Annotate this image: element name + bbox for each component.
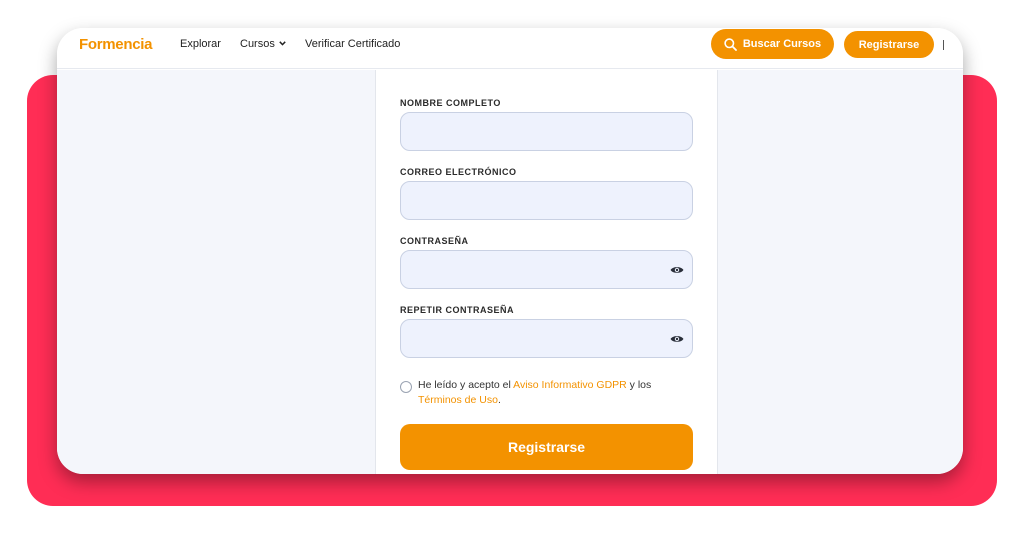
- chevron-down-icon: [279, 41, 286, 46]
- repeat-password-input[interactable]: [400, 319, 693, 358]
- terms-checkbox[interactable]: [400, 381, 412, 393]
- nav-link-cursos-label: Cursos: [240, 38, 275, 50]
- nav-link-explorar[interactable]: Explorar: [180, 38, 221, 50]
- repeat-password-label: REPETIR CONTRASEÑA: [400, 305, 515, 315]
- nav-link-verificar-certificado[interactable]: Verificar Certificado: [305, 38, 400, 50]
- search-courses-label: Buscar Cursos: [742, 38, 822, 50]
- submit-register-button[interactable]: Registrarse: [400, 424, 693, 470]
- search-courses-button[interactable]: Buscar Cursos: [711, 29, 834, 59]
- email-label: CORREO ELECTRÓNICO: [400, 167, 517, 177]
- password-label: CONTRASEÑA: [400, 236, 469, 246]
- top-navbar: Formencia Explorar Cursos Verificar Cert…: [57, 28, 963, 69]
- brand-logo[interactable]: Formencia: [79, 36, 152, 53]
- nav-divider: [943, 40, 944, 50]
- terms-suffix: .: [497, 394, 501, 406]
- nav-link-cursos[interactable]: Cursos: [240, 38, 286, 50]
- browser-window: Formencia Explorar Cursos Verificar Cert…: [57, 28, 963, 474]
- terms-of-use-link[interactable]: Términos de Uso: [418, 394, 498, 406]
- search-icon: [724, 37, 737, 51]
- main-content: NOMBRE COMPLETO CORREO ELECTRÓNICO CONTR…: [57, 70, 963, 474]
- eye-icon[interactable]: [670, 265, 684, 275]
- eye-icon[interactable]: [670, 334, 684, 344]
- email-input[interactable]: [400, 181, 693, 220]
- full-name-input[interactable]: [400, 112, 693, 151]
- terms-middle: y los: [626, 379, 652, 391]
- register-nav-button[interactable]: Registrarse: [844, 31, 934, 58]
- terms-prefix: He leído y acepto el: [418, 379, 514, 391]
- gdpr-notice-link[interactable]: Aviso Informativo GDPR: [513, 379, 627, 391]
- register-form-card: NOMBRE COMPLETO CORREO ELECTRÓNICO CONTR…: [375, 70, 718, 474]
- full-name-label: NOMBRE COMPLETO: [400, 98, 501, 108]
- password-input[interactable]: [400, 250, 693, 289]
- terms-text: He leído y acepto el Aviso Informativo G…: [418, 378, 678, 408]
